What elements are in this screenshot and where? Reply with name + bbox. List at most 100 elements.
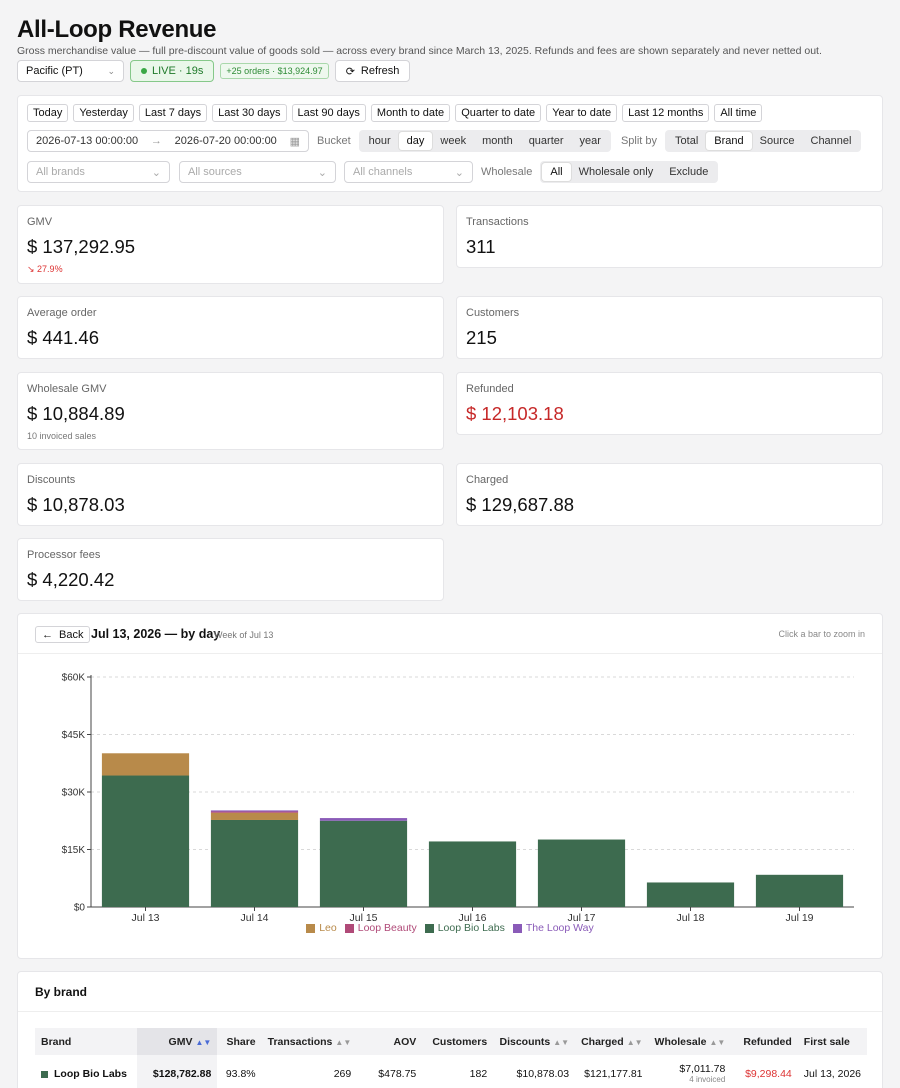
kpi-label: Customers bbox=[466, 307, 520, 319]
wholesale-all[interactable]: All bbox=[542, 163, 571, 181]
calendar-icon[interactable]: ▦ bbox=[290, 135, 300, 148]
kpi-label: Charged bbox=[466, 474, 509, 486]
refresh-button[interactable]: ⟳ Refresh bbox=[334, 60, 411, 82]
bar-segment[interactable] bbox=[428, 841, 517, 907]
wholesale-sub: 4 invoiced bbox=[689, 1075, 726, 1084]
live-label: LIVE · 19s bbox=[152, 65, 204, 77]
bar-segment[interactable] bbox=[319, 820, 408, 907]
legend-item-leo[interactable]: Leo bbox=[306, 922, 337, 934]
chevron-down-icon: ⌄ bbox=[151, 166, 161, 179]
bucket-year[interactable]: year bbox=[572, 132, 609, 150]
bar-segment[interactable] bbox=[210, 819, 299, 907]
kpi-refunded: Refunded $ 12,103.18 bbox=[456, 372, 883, 435]
kpi-value: $ 10,878.03 bbox=[27, 494, 125, 515]
preset-row: Today Yesterday Last 7 days Last 30 days… bbox=[27, 104, 763, 122]
wholesale-value: $7,011.78 bbox=[679, 1063, 726, 1075]
bucket-hour[interactable]: hour bbox=[361, 132, 399, 150]
sort-desc-icon: ▲▼ bbox=[195, 1037, 212, 1047]
kpi-change: ↘ 27.9% bbox=[27, 264, 434, 275]
legend-item-loop-bio-labs[interactable]: Loop Bio Labs bbox=[424, 922, 505, 934]
timezone-select[interactable]: Pacific (PT) ⌄ bbox=[17, 60, 124, 82]
date-to[interactable]: 2026-07-20 00:00:00 bbox=[175, 135, 277, 147]
bucket-label: Bucket bbox=[317, 135, 351, 147]
date-range-input[interactable]: 2026-07-13 00:00:00 → 2026-07-20 00:00:0… bbox=[27, 130, 309, 152]
bucket-day[interactable]: day bbox=[398, 132, 433, 150]
col-charged[interactable]: Charged ▲▼ bbox=[575, 1028, 649, 1055]
cell-refunded: $9,298.44 bbox=[745, 1068, 792, 1080]
preset-last-7-days[interactable]: Last 7 days bbox=[138, 104, 208, 122]
kpi-change-value: 27.9% bbox=[37, 264, 63, 274]
bar-segment[interactable] bbox=[755, 874, 844, 907]
bar-segment[interactable] bbox=[101, 753, 190, 776]
bar-segment[interactable] bbox=[210, 810, 299, 812]
kpi-value: $ 129,687.88 bbox=[466, 494, 575, 515]
col-share[interactable]: Share bbox=[217, 1028, 262, 1055]
bar-segment[interactable] bbox=[101, 775, 190, 907]
legend-swatch bbox=[306, 923, 316, 933]
chart-panel: ← Back Jul 13, 2026 — by day Week of Jul… bbox=[17, 613, 883, 959]
kpi-charged: Charged $ 129,687.88 bbox=[456, 463, 883, 526]
kpi-value: $ 10,884.89 bbox=[27, 403, 125, 424]
preset-today[interactable]: Today bbox=[27, 104, 69, 122]
chart-header: ← Back Jul 13, 2026 — by day Week of Jul… bbox=[18, 614, 882, 654]
split-source[interactable]: Source bbox=[752, 132, 803, 150]
split-total[interactable]: Total bbox=[667, 132, 706, 150]
revenue-chart[interactable]: $0$15K$30K$45K$60KJul 13 Jul 14 Jul 15 Jul … bbox=[18, 655, 882, 925]
split-brand[interactable]: Brand bbox=[706, 132, 752, 150]
chevron-down-icon: ⌄ bbox=[454, 166, 464, 179]
bucket-quarter[interactable]: quarter bbox=[521, 132, 572, 150]
cell-customers: 182 bbox=[469, 1068, 488, 1080]
cell-first-sale: Jul 13, 2026 bbox=[803, 1068, 861, 1080]
preset-last-90-days[interactable]: Last 90 days bbox=[291, 104, 366, 122]
legend-label: Leo bbox=[319, 922, 337, 934]
live-indicator[interactable]: LIVE · 19s bbox=[130, 60, 215, 82]
wholesale-exclude[interactable]: Exclude bbox=[661, 163, 716, 181]
col-refunded[interactable]: Refunded bbox=[731, 1028, 798, 1055]
range-row: 2026-07-13 00:00:00 → 2026-07-20 00:00:0… bbox=[27, 130, 862, 152]
col-brand[interactable]: Brand bbox=[35, 1028, 137, 1055]
y-tick-label: $60K bbox=[62, 673, 86, 684]
col-label: GMV bbox=[168, 1035, 193, 1048]
preset-all-time[interactable]: All time bbox=[714, 104, 763, 122]
sources-select[interactable]: All sources ⌄ bbox=[179, 161, 336, 183]
bar-segment[interactable] bbox=[537, 839, 626, 907]
kpi-customers: Customers 215 bbox=[456, 296, 883, 359]
preset-quarter-to-date[interactable]: Quarter to date bbox=[455, 104, 542, 122]
channels-select[interactable]: All channels ⌄ bbox=[344, 161, 473, 183]
col-aov[interactable]: AOV bbox=[357, 1028, 423, 1055]
col-first-sale[interactable]: First sale bbox=[797, 1028, 867, 1055]
table-row[interactable]: Loop Bio Labs $128,782.88 93.8% 269 $478… bbox=[35, 1055, 867, 1088]
bucket-week[interactable]: week bbox=[432, 132, 474, 150]
preset-year-to-date[interactable]: Year to date bbox=[546, 104, 618, 122]
preset-yesterday[interactable]: Yesterday bbox=[73, 104, 134, 122]
col-wholesale[interactable]: Wholesale ▲▼ bbox=[648, 1028, 732, 1055]
back-button[interactable]: ← Back bbox=[35, 626, 91, 643]
chart-title: Jul 13, 2026 — by day bbox=[91, 627, 221, 641]
page-subtitle: Gross merchandise value — full pre-disco… bbox=[17, 45, 822, 57]
col-transactions[interactable]: Transactions ▲▼ bbox=[261, 1028, 358, 1055]
bar-segment[interactable] bbox=[210, 811, 299, 813]
bar-segment[interactable] bbox=[646, 882, 735, 907]
new-orders-badge: +25 orders · $13,924.97 bbox=[220, 63, 329, 79]
bar-segment[interactable] bbox=[210, 812, 299, 820]
bar-segment[interactable] bbox=[319, 818, 408, 821]
kpi-label: Wholesale GMV bbox=[27, 383, 107, 395]
legend-item-loop-beauty[interactable]: Loop Beauty bbox=[344, 922, 417, 934]
kpi-discounts: Discounts $ 10,878.03 bbox=[17, 463, 444, 526]
wholesale-only[interactable]: Wholesale only bbox=[571, 163, 662, 181]
preset-month-to-date[interactable]: Month to date bbox=[370, 104, 451, 122]
cell-gmv: $128,782.88 bbox=[136, 1055, 218, 1088]
col-customers[interactable]: Customers bbox=[422, 1028, 494, 1055]
col-label: Discounts bbox=[499, 1035, 551, 1048]
table-header-row: Brand GMV ▲▼ Share Transactions ▲▼ AOV Cus… bbox=[35, 1028, 867, 1055]
col-gmv[interactable]: GMV ▲▼ bbox=[136, 1028, 218, 1055]
brands-select[interactable]: All brands ⌄ bbox=[27, 161, 170, 183]
date-from[interactable]: 2026-07-13 00:00:00 bbox=[36, 135, 138, 147]
sort-icon: ▲▼ bbox=[626, 1037, 643, 1047]
split-channel[interactable]: Channel bbox=[803, 132, 860, 150]
bucket-month[interactable]: month bbox=[474, 132, 521, 150]
legend-item-the-loop-way[interactable]: The Loop Way bbox=[512, 922, 594, 934]
preset-last-12-months[interactable]: Last 12 months bbox=[622, 104, 710, 122]
col-discounts[interactable]: Discounts ▲▼ bbox=[493, 1028, 576, 1055]
preset-last-30-days[interactable]: Last 30 days bbox=[212, 104, 287, 122]
